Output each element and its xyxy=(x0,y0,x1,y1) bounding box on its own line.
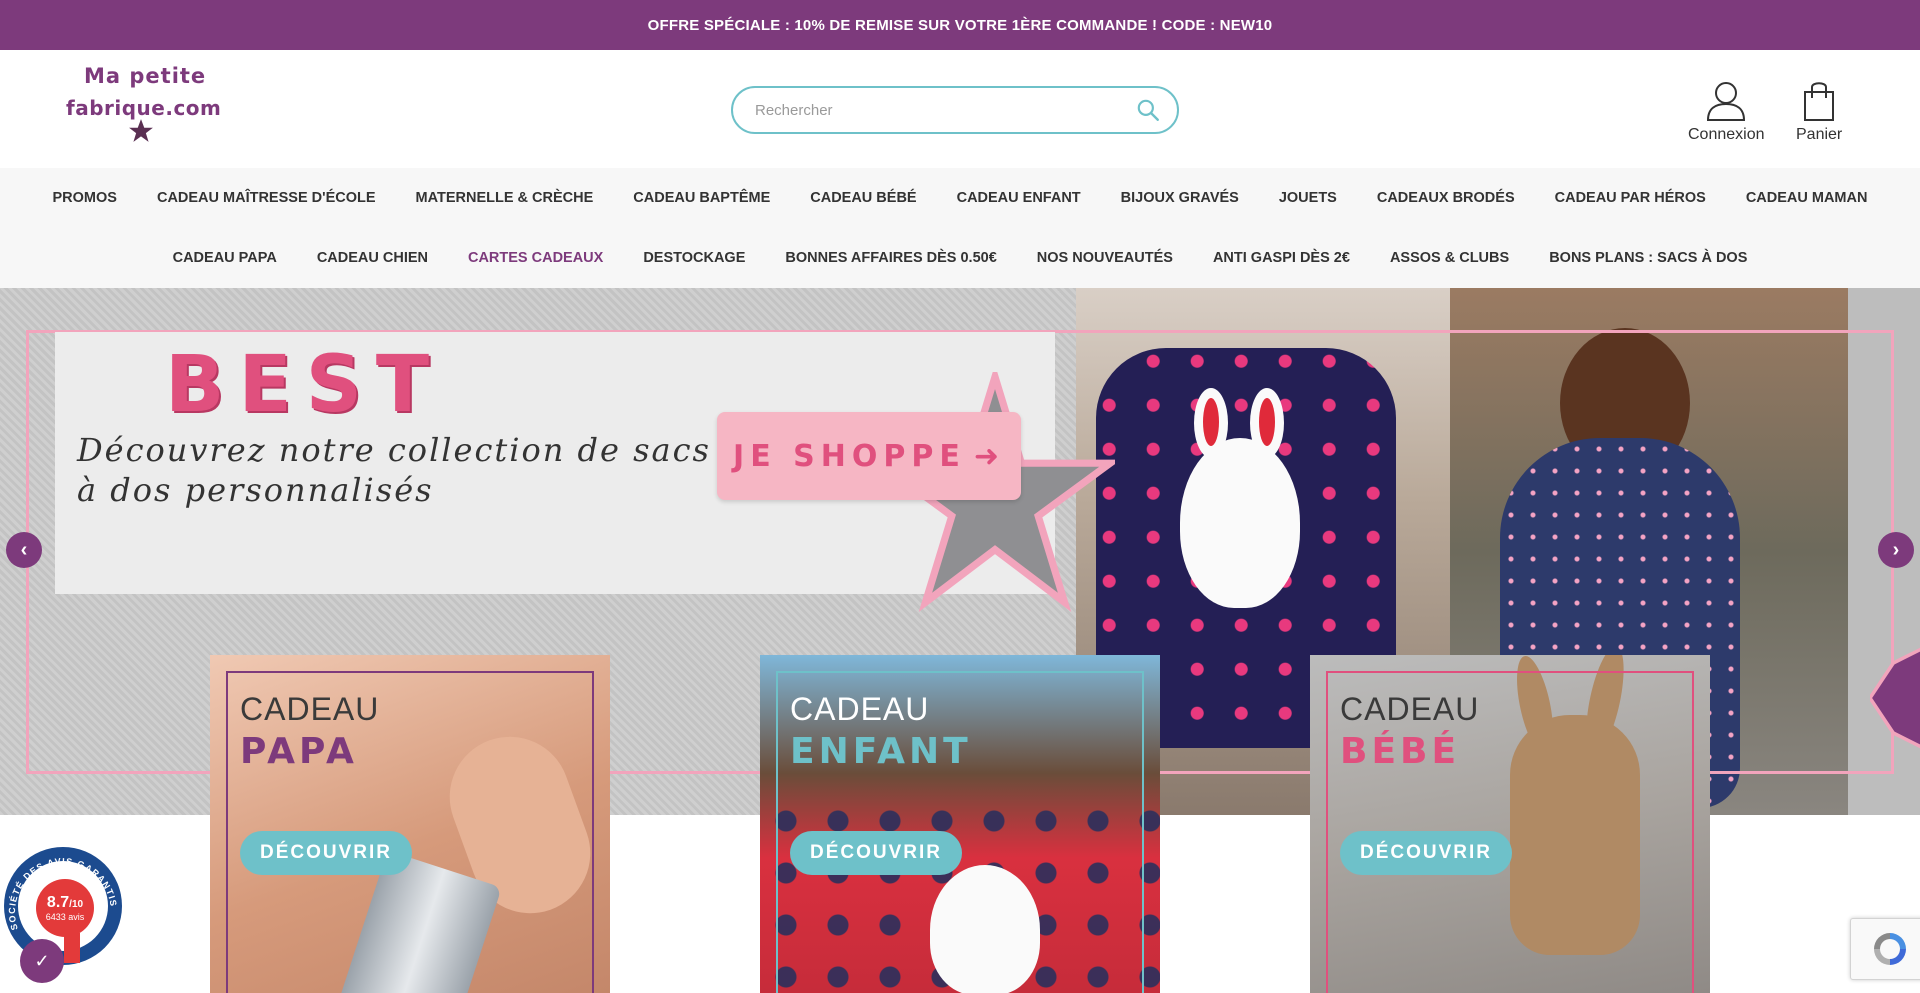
discover-button[interactable]: DÉCOUVRIR xyxy=(240,831,413,875)
review-badge[interactable]: SOCIÉTÉ DES AVIS GARANTIS 8.7/10 6433 av… xyxy=(0,845,126,983)
promo-banner: OFFRE SPÉCIALE : 10% DE REMISE SUR VOTRE… xyxy=(0,0,1920,50)
discover-button[interactable]: DÉCOUVRIR xyxy=(790,831,963,875)
card-subtitle: BÉBÉ xyxy=(1340,731,1461,772)
cart-label: Panier xyxy=(1796,126,1843,143)
nav-item-cadeau-par-heros[interactable]: CADEAU PAR HÉROS xyxy=(1535,190,1726,206)
category-card-bebe[interactable]: CADEAU BÉBÉ DÉCOUVRIR xyxy=(1310,655,1710,993)
nav-item-anti-gaspi[interactable]: ANTI GASPI DÈS 2€ xyxy=(1193,250,1370,266)
user-icon xyxy=(1707,82,1746,121)
slider-prev-button[interactable]: ‹ xyxy=(6,532,42,568)
recaptcha-widget[interactable] xyxy=(1850,918,1920,980)
nav-item-assos-clubs[interactable]: ASSOS & CLUBS xyxy=(1370,250,1529,266)
login-button[interactable]: Connexion xyxy=(1688,78,1765,144)
nav-row-1: PROMOS CADEAU MAÎTRESSE D'ÉCOLE MATERNEL… xyxy=(0,190,1920,206)
nav-item-cadeau-maman[interactable]: CADEAU MAMAN xyxy=(1726,190,1888,206)
hero-description: Découvrez notre collection de sacs à dos… xyxy=(77,431,711,509)
main-navigation: PROMOS CADEAU MAÎTRESSE D'ÉCOLE MATERNEL… xyxy=(0,168,1920,288)
search-icon[interactable] xyxy=(1135,97,1161,123)
nav-item-cadeaux-brodes[interactable]: CADEAUX BRODÉS xyxy=(1357,190,1535,206)
search-input[interactable] xyxy=(755,101,1135,119)
nav-item-cadeau-maitresse[interactable]: CADEAU MAÎTRESSE D'ÉCOLE xyxy=(137,190,396,206)
card-title: CADEAU xyxy=(1340,691,1480,727)
hero-shop-button[interactable]: JE SHOPPE ➜ xyxy=(717,412,1021,500)
logo-line1: Ma petite xyxy=(84,64,207,88)
nav-item-cadeau-papa[interactable]: CADEAU PAPA xyxy=(153,250,297,266)
arrow-right-icon: ➜ xyxy=(973,438,1005,474)
hero-text-panel: BEST Découvrez notre collection de sacs … xyxy=(55,332,1115,612)
site-header: Ma petite fabrique.com Connexion Panier xyxy=(0,50,1920,168)
search-bar xyxy=(731,86,1179,134)
hero-shop-label: JE SHOPPE xyxy=(733,438,966,474)
logo-star-icon xyxy=(129,119,153,142)
nav-item-destockage[interactable]: DESTOCKAGE xyxy=(623,250,765,266)
nav-item-cadeau-bebe[interactable]: CADEAU BÉBÉ xyxy=(790,190,936,206)
nav-item-jouets[interactable]: JOUETS xyxy=(1259,190,1357,206)
nav-item-cartes-cadeaux[interactable]: CARTES CADEAUX xyxy=(448,250,623,266)
card-title: CADEAU xyxy=(790,691,930,727)
hero-title: BEST xyxy=(165,340,444,430)
site-logo[interactable]: Ma petite fabrique.com xyxy=(64,64,222,150)
nav-row-2: CADEAU PAPA CADEAU CHIEN CARTES CADEAUX … xyxy=(0,250,1920,266)
badge-ribbon xyxy=(64,933,80,963)
nav-item-bijoux-graves[interactable]: BIJOUX GRAVÉS xyxy=(1101,190,1259,206)
slider-next-button[interactable]: › xyxy=(1878,532,1914,568)
verified-check-icon[interactable]: ✓ xyxy=(20,939,64,983)
decorative-star-icon xyxy=(1870,647,1920,749)
card-title: CADEAU xyxy=(240,691,380,727)
chevron-right-icon: › xyxy=(1892,538,1900,561)
nav-item-promos[interactable]: PROMOS xyxy=(33,190,137,206)
login-label: Connexion xyxy=(1688,126,1765,143)
promo-text: OFFRE SPÉCIALE : 10% DE REMISE SUR VOTRE… xyxy=(647,16,1273,34)
card-subtitle: ENFANT xyxy=(790,731,972,772)
logo-line2: fabrique.com xyxy=(66,96,222,120)
nav-item-sacs-a-dos[interactable]: BONS PLANS : SACS À DOS xyxy=(1529,250,1767,266)
chevron-left-icon: ‹ xyxy=(20,538,28,561)
discover-button[interactable]: DÉCOUVRIR xyxy=(1340,831,1513,875)
category-card-enfant[interactable]: CADEAU ENFANT DÉCOUVRIR xyxy=(760,655,1160,993)
badge-score-circle: 8.7/10 6433 avis xyxy=(36,879,94,937)
review-count: 6433 avis xyxy=(45,912,85,922)
nav-item-cadeau-enfant[interactable]: CADEAU ENFANT xyxy=(937,190,1101,206)
shopping-bag-icon xyxy=(1804,82,1835,121)
card-subtitle: PAPA xyxy=(240,731,358,772)
recaptcha-icon xyxy=(1874,933,1906,965)
nav-item-bonnes-affaires[interactable]: BONNES AFFAIRES DÈS 0.50€ xyxy=(765,250,1016,266)
nav-item-cadeau-bapteme[interactable]: CADEAU BAPTÊME xyxy=(613,190,790,206)
cart-button[interactable]: Panier xyxy=(1796,78,1842,144)
review-score: 8.7/10 xyxy=(46,894,84,911)
nav-item-nouveautes[interactable]: NOS NOUVEAUTÉS xyxy=(1017,250,1193,266)
nav-item-cadeau-chien[interactable]: CADEAU CHIEN xyxy=(297,250,448,266)
nav-item-maternelle-creche[interactable]: MATERNELLE & CRÈCHE xyxy=(396,190,614,206)
category-card-papa[interactable]: CADEAU PAPA DÉCOUVRIR xyxy=(210,655,610,993)
